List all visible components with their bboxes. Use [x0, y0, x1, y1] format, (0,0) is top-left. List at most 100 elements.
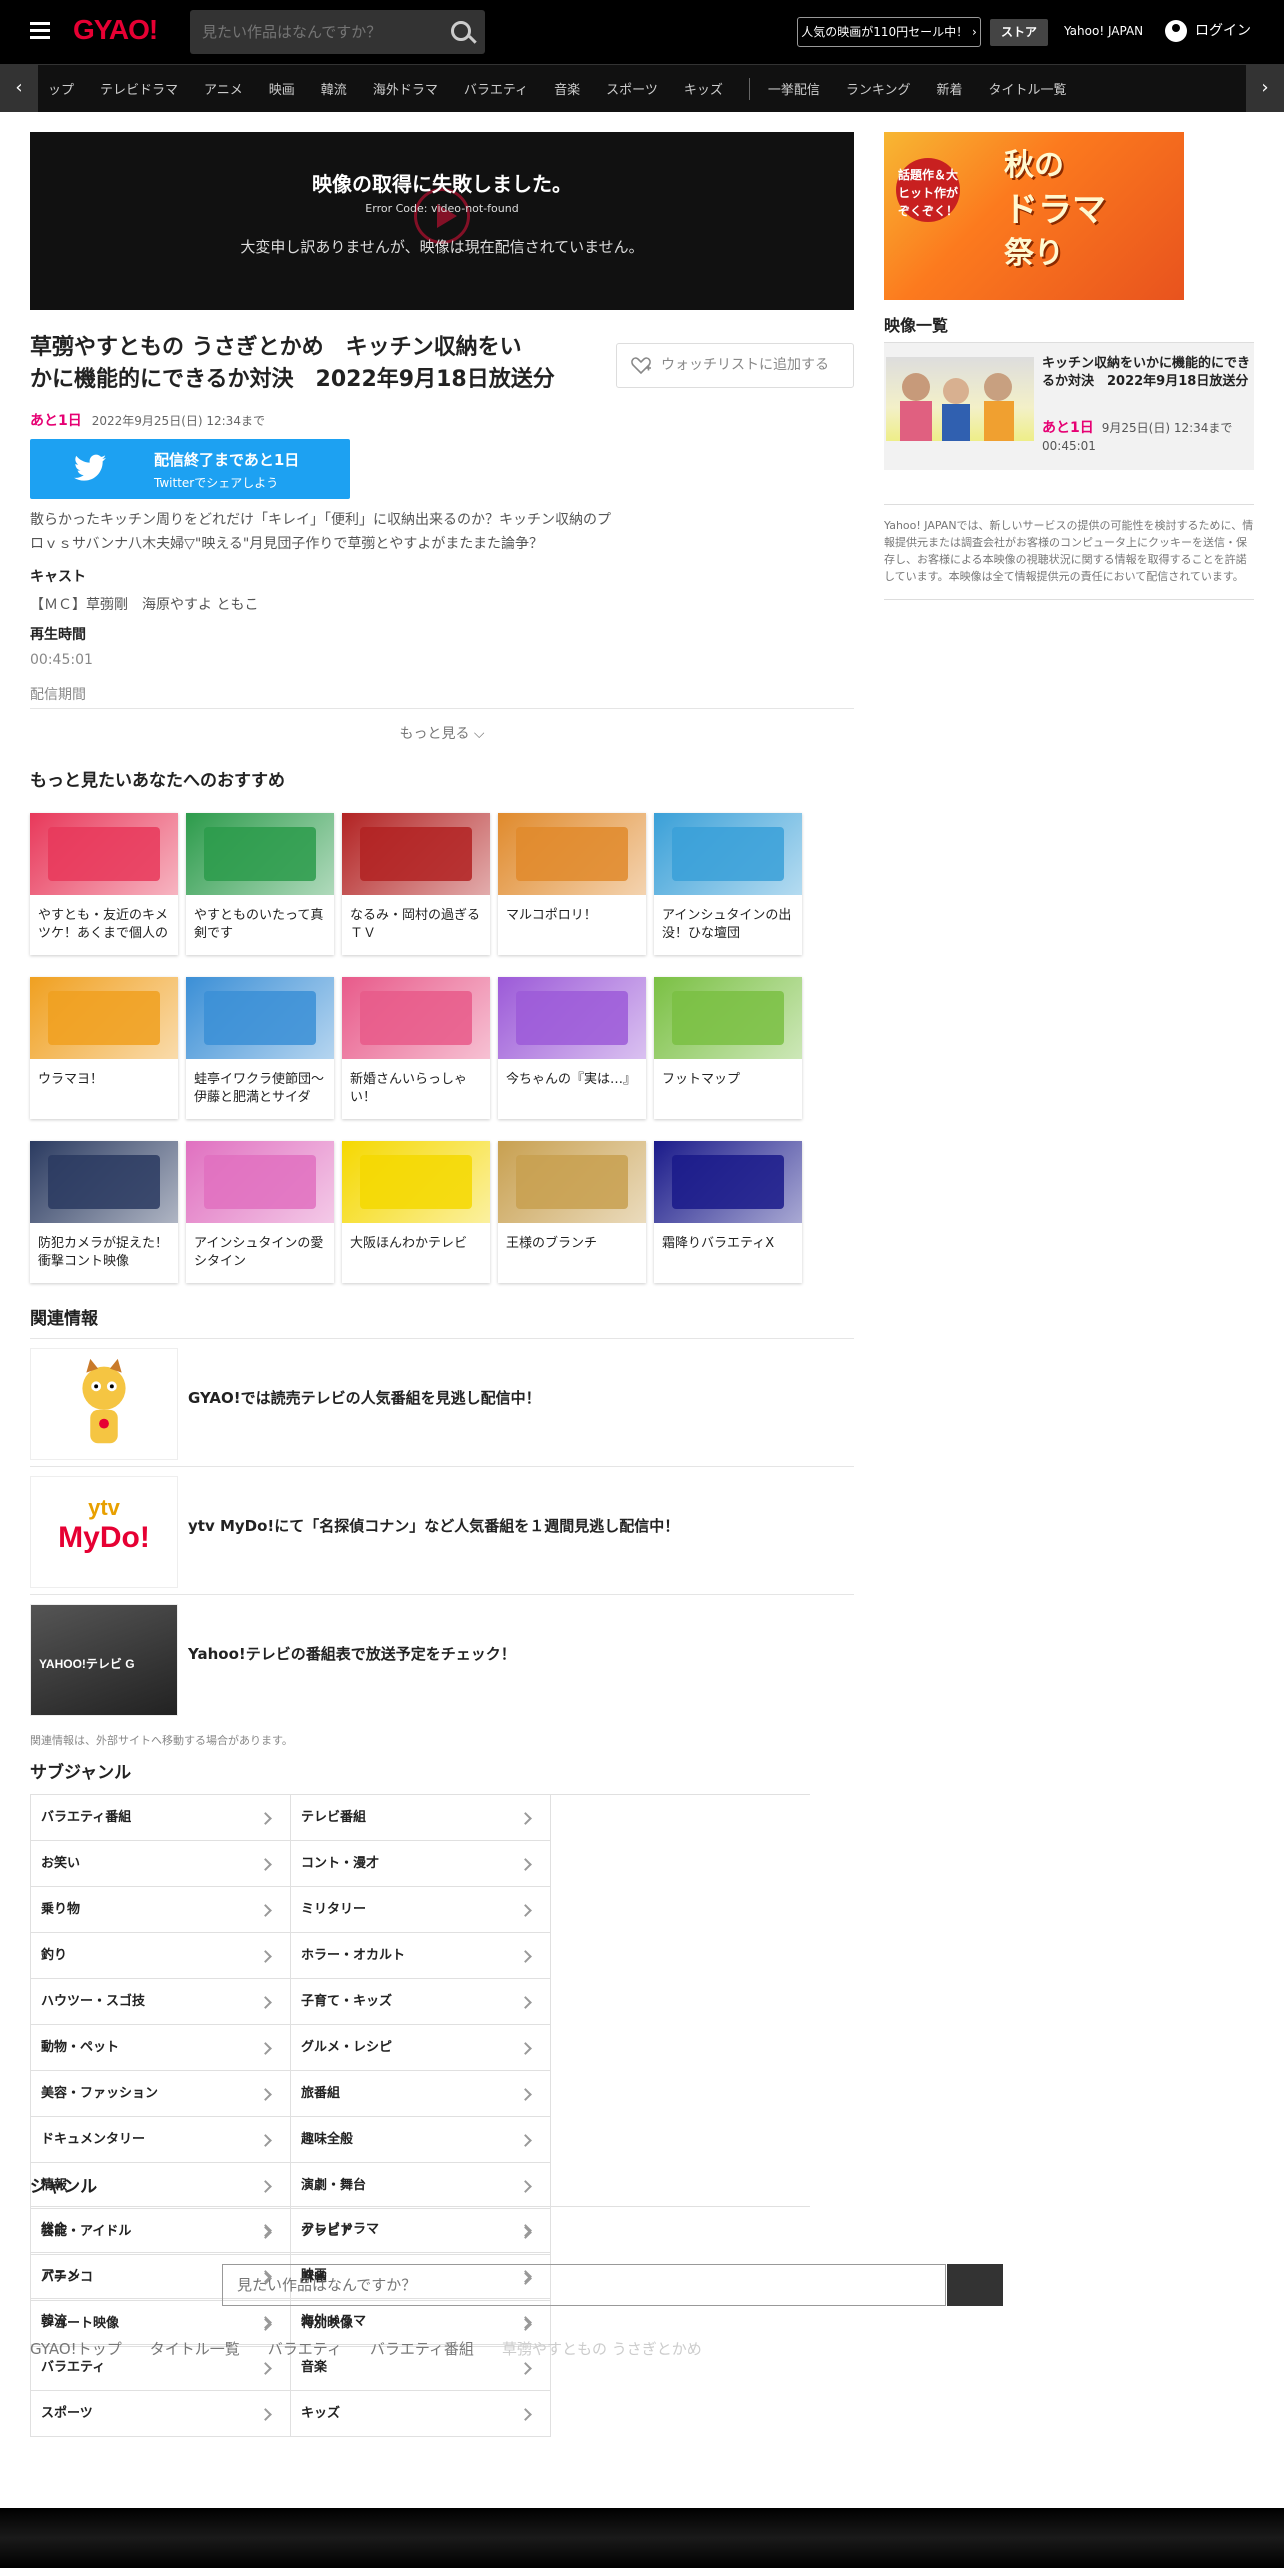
related-item[interactable]: ytv MyDo! ytv MyDo!にて「名探偵コナン」など人気番組を１週間見… — [30, 1466, 854, 1588]
genre-link[interactable]: 総合 — [31, 2207, 291, 2253]
genre-link[interactable]: テレビドラマ — [291, 2207, 551, 2253]
nav-item[interactable]: 新着 — [936, 79, 962, 98]
footer-search-button[interactable] — [947, 2264, 1003, 2306]
subgenre-link[interactable]: ハウツー・スゴ技 — [31, 1979, 291, 2025]
thumbnail-art — [516, 1155, 628, 1209]
yahoo-tv-image: YAHOO!テレビ G — [30, 1604, 178, 1716]
subgenre-link[interactable]: 演劇・舞台 — [291, 2163, 551, 2209]
nav-item[interactable]: テレビドラマ — [100, 79, 178, 98]
remaining-badge: あと1日 — [30, 413, 82, 429]
recommend-card[interactable]: 今ちゃんの『実は…』 — [498, 977, 646, 1119]
login-label: ログイン — [1195, 23, 1251, 39]
breadcrumb-item[interactable]: GYAO!トップ — [30, 2338, 122, 2359]
subgenre-link[interactable]: お笑い — [31, 1841, 291, 1887]
related-item[interactable]: YAHOO!テレビ G Yahoo!テレビの番組表で放送予定をチェック！ — [30, 1594, 854, 1716]
video-player[interactable]: 映像の取得に失敗しました。 Error Code: video-not-foun… — [30, 132, 854, 310]
menu-icon[interactable] — [30, 22, 50, 40]
promo-link[interactable]: 人気の映画が110円セール中！ › — [797, 17, 981, 47]
gyao-logo[interactable]: GYAO! — [73, 14, 158, 46]
genre-link[interactable]: キッズ — [291, 2391, 551, 2437]
recommend-card[interactable]: 新婚さんいらっしゃい！ — [342, 977, 490, 1119]
video-expiry: あと1日 9月25日(日) 12:34まで — [1042, 417, 1232, 437]
recommend-card[interactable]: アインシュタインの出没！ひな壇団 — [654, 813, 802, 955]
thumbnail-art — [360, 991, 472, 1045]
subgenre-heading: サブジャンル — [30, 1763, 132, 1783]
nav-divider — [748, 77, 750, 100]
recommend-card[interactable]: なるみ・岡村の過ぎるＴＶ — [342, 813, 490, 955]
nav-item[interactable]: 海外ドラマ — [373, 79, 438, 98]
related-title: Yahoo!テレビの番組表で放送予定をチェック！ — [188, 1645, 516, 1663]
program-thumbnail — [498, 813, 646, 895]
nav-prev-arrow[interactable]: ‹ — [0, 65, 38, 112]
subgenre-link[interactable]: 釣り — [31, 1933, 291, 1979]
nav-item[interactable]: 一挙配信 — [768, 79, 820, 98]
recommend-card[interactable]: 王様のブランチ — [498, 1141, 646, 1283]
nav-item[interactable]: スポーツ — [606, 79, 658, 98]
thumbnail-art — [48, 1155, 160, 1209]
main-content: 映像の取得に失敗しました。 Error Code: video-not-foun… — [30, 132, 854, 2437]
subgenre-link[interactable]: テレビ番組 — [291, 1795, 551, 1841]
search-icon[interactable] — [451, 21, 471, 41]
banner-title-line: 秋の — [1004, 148, 1064, 183]
subgenre-link[interactable]: 動物・ペット — [31, 2025, 291, 2071]
subgenre-link[interactable]: 美容・ファッション — [31, 2071, 291, 2117]
recommend-card[interactable]: フットマップ — [654, 977, 802, 1119]
yahoo-japan-link[interactable]: Yahoo! JAPAN — [1064, 24, 1143, 38]
breadcrumb-item[interactable]: バラエティ — [268, 2338, 342, 2359]
nav-item[interactable]: 映画 — [269, 79, 295, 98]
search-input[interactable] — [202, 10, 442, 54]
video-list-item[interactable]: キッチン収納をいかに機能的にできるか対決 2022年9月18日放送分 あと1日 9… — [884, 342, 1254, 470]
breadcrumb-item[interactable]: バラエティ番組 — [370, 2338, 474, 2359]
cast-label: キャスト — [30, 569, 86, 585]
nav-item[interactable]: バラエティ — [464, 79, 528, 98]
nav-item[interactable]: 音楽 — [554, 79, 580, 98]
subgenre-link[interactable]: ドキュメンタリー — [31, 2117, 291, 2163]
drama-festival-banner[interactable]: 話題作＆大ヒット作がぞくぞく！ 秋の ドラマ 祭り — [884, 132, 1184, 300]
subgenre-link[interactable]: 旅番組 — [291, 2071, 551, 2117]
recommend-card[interactable]: 霜降りバラエティX — [654, 1141, 802, 1283]
show-more-button[interactable]: もっと見る ⌵ — [30, 708, 854, 756]
thumbnail-art — [516, 991, 628, 1045]
program-thumbnail — [30, 813, 178, 895]
subgenre-link[interactable]: ミリタリー — [291, 1887, 551, 1933]
recommend-card[interactable]: 大阪ほんわかテレビ — [342, 1141, 490, 1283]
nav-item[interactable]: キッズ — [684, 79, 723, 98]
error-code: Error Code: video-not-found — [365, 202, 519, 215]
recommend-card[interactable]: 防犯カメラが捉えた！衝撃コント映像 — [30, 1141, 178, 1283]
login-button[interactable]: ログイン — [1165, 20, 1251, 42]
subgenre-link[interactable]: グルメ・レシピ — [291, 2025, 551, 2071]
video-title: キッチン収納をいかに機能的にできるか対決 2022年9月18日放送分 — [1042, 356, 1251, 389]
watchlist-button[interactable]: ウォッチリストに追加する — [616, 343, 854, 388]
program-name: 今ちゃんの『実は…』 — [506, 1072, 637, 1087]
nav-next-arrow[interactable]: › — [1246, 65, 1284, 112]
footer-search-input[interactable] — [223, 2265, 943, 2305]
recommend-card[interactable]: やすとものいたって真剣です — [186, 813, 334, 955]
genre-link[interactable]: スポーツ — [31, 2391, 291, 2437]
subgenre-link[interactable]: 趣味全般 — [291, 2117, 551, 2163]
program-name: やすとものいたって真剣です — [194, 908, 324, 941]
recommend-card[interactable]: やすとも・友近のキメツケ！あくまで個人の — [30, 813, 178, 955]
nav-item[interactable]: ランキング — [846, 79, 911, 98]
subgenre-link[interactable]: ホラー・オカルト — [291, 1933, 551, 1979]
related-item[interactable]: GYAO!では読売テレビの人気番組を見逃し配信中！ — [30, 1338, 854, 1460]
related-title: ytv MyDo!にて「名探偵コナン」など人気番組を１週間見逃し配信中！ — [188, 1517, 680, 1535]
subgenre-link[interactable]: バラエティ番組 — [31, 1795, 291, 1841]
subgenre-link[interactable]: コント・漫才 — [291, 1841, 551, 1887]
nav-item[interactable]: 韓流 — [321, 79, 347, 98]
nav-item[interactable]: アニメ — [204, 79, 243, 98]
nav-item[interactable]: タイトル一覧 — [989, 79, 1067, 98]
share-sub-label: Twitterでシェアしよう — [154, 476, 279, 490]
banner-title: 秋の ドラマ 祭り — [1004, 144, 1106, 276]
subgenre-link[interactable]: 子育て・キッズ — [291, 1979, 551, 2025]
twitter-share-button[interactable]: 配信終了まであと1日 Twitterでシェアしよう — [30, 439, 350, 499]
program-thumbnail — [342, 813, 490, 895]
nav-item[interactable]: ップ — [48, 79, 74, 98]
recommend-card[interactable]: アインシュタインの愛シタイン — [186, 1141, 334, 1283]
subgenre-link[interactable]: 乗り物 — [31, 1887, 291, 1933]
recommend-card[interactable]: ウラマヨ！ — [30, 977, 178, 1119]
breadcrumb-item[interactable]: タイトル一覧 — [150, 2338, 240, 2359]
recommend-card[interactable]: 蛙亭イワクラ使節団～伊藤と肥満とサイダ — [186, 977, 334, 1119]
recommend-card[interactable]: マルコポロリ！ — [498, 813, 646, 955]
store-button[interactable]: ストア — [990, 19, 1048, 46]
program-thumbnail — [186, 977, 334, 1059]
